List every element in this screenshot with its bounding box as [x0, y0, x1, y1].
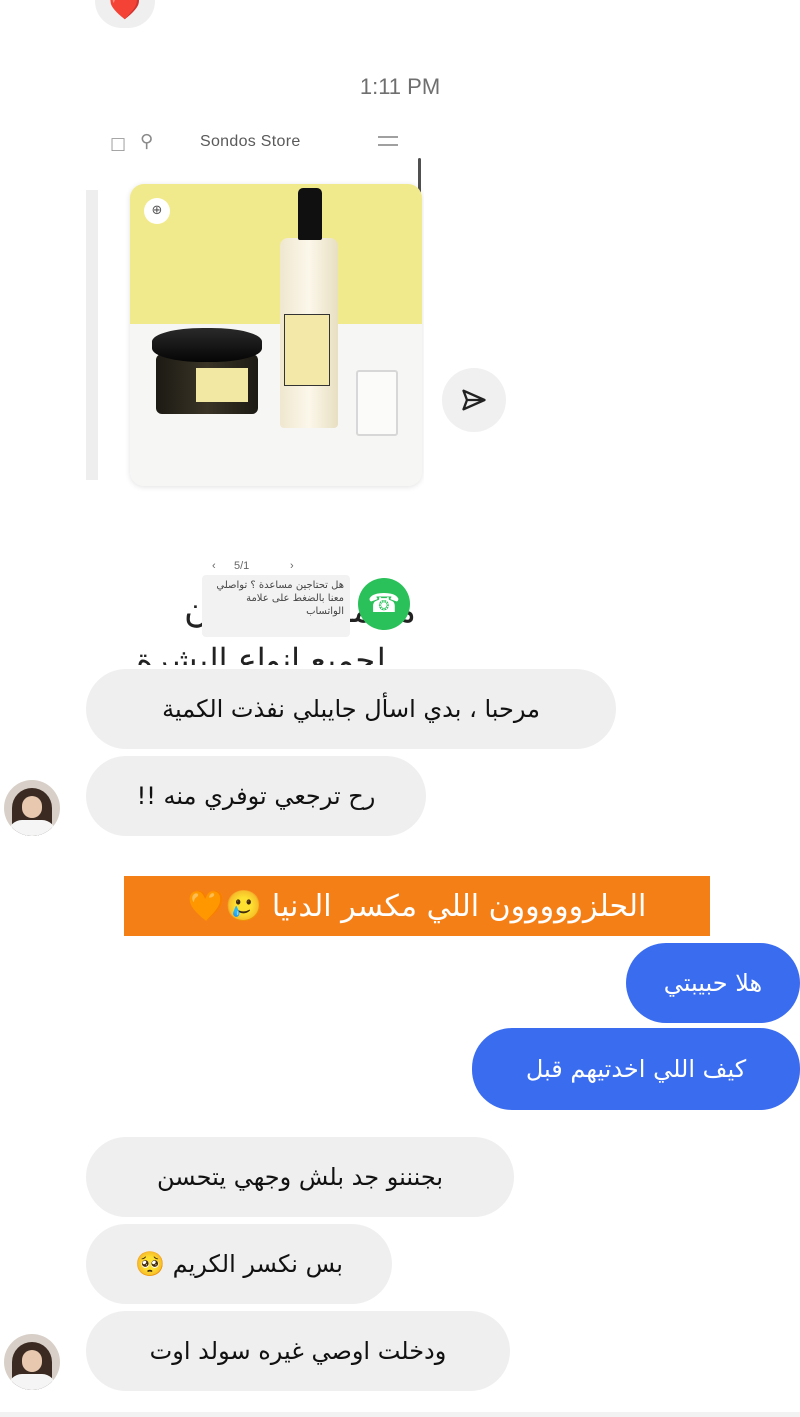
whatsapp-icon: ☎ — [358, 578, 410, 630]
heart-icon: ❤️ — [108, 0, 142, 22]
bag-icon: □ — [110, 134, 127, 154]
glass-prop — [356, 370, 398, 436]
previous-card-edge — [86, 190, 98, 480]
send-icon[interactable] — [442, 368, 506, 432]
pager-next: › — [290, 560, 294, 572]
menu-icon — [378, 136, 398, 152]
message-outgoing[interactable]: كيف اللي اخدتيهم قبل — [472, 1028, 800, 1110]
message-incoming[interactable]: بس نكسر الكريم 🥺 — [86, 1224, 392, 1304]
pager-count: 5/1 — [234, 560, 250, 572]
product-image-card: ⊕ — [130, 184, 422, 486]
jar-lid — [152, 328, 262, 362]
zoom-icon: ⊕ — [144, 198, 170, 224]
avatar[interactable] — [4, 780, 60, 836]
shared-screenshot[interactable]: □ ⚲ Sondos Store ⊕ مجموعة حلزون لجميع ان… — [86, 120, 424, 665]
paper-plane-glyph — [462, 389, 486, 411]
jar-label — [196, 368, 248, 402]
composer-edge — [0, 1412, 800, 1417]
message-incoming[interactable]: ودخلت اوصي غيره سولد اوت — [86, 1311, 510, 1391]
search-icon: ⚲ — [140, 131, 154, 152]
jar-body — [156, 354, 258, 414]
product-background-top — [130, 184, 422, 324]
caption-banner: الحلزووووون اللي مكسر الدنيا 🥲🧡 — [124, 876, 710, 936]
message-incoming[interactable]: بجنننو جد بلش وجهي يتحسن — [86, 1137, 514, 1217]
promo-heading-line2: لجميع انواع البشرة — [136, 641, 386, 665]
avatar[interactable] — [4, 1334, 60, 1390]
message-incoming[interactable]: مرحبا ، بدي اسأل جايبلي نفذت الكمية — [86, 669, 616, 749]
pager-prev: ‹ — [212, 560, 216, 572]
reaction-bubble[interactable]: ❤️ — [95, 0, 155, 28]
message-outgoing[interactable]: هلا حبيبتي — [626, 943, 800, 1023]
message-incoming[interactable]: رح ترجعي توفري منه !! — [86, 756, 426, 836]
message-timestamp: 1:11 PM — [359, 74, 441, 99]
store-name: Sondos Store — [200, 133, 301, 150]
cream-jar — [152, 328, 262, 416]
bottle-label — [284, 314, 330, 386]
bottle-pump — [298, 188, 322, 240]
essence-bottle — [280, 188, 338, 428]
bottle-body — [280, 238, 338, 428]
store-header: □ ⚲ Sondos Store — [86, 120, 424, 164]
whatsapp-tooltip: هل تحتاجين مساعدة ؟ تواصلي معنا بالضغط ع… — [202, 575, 350, 637]
